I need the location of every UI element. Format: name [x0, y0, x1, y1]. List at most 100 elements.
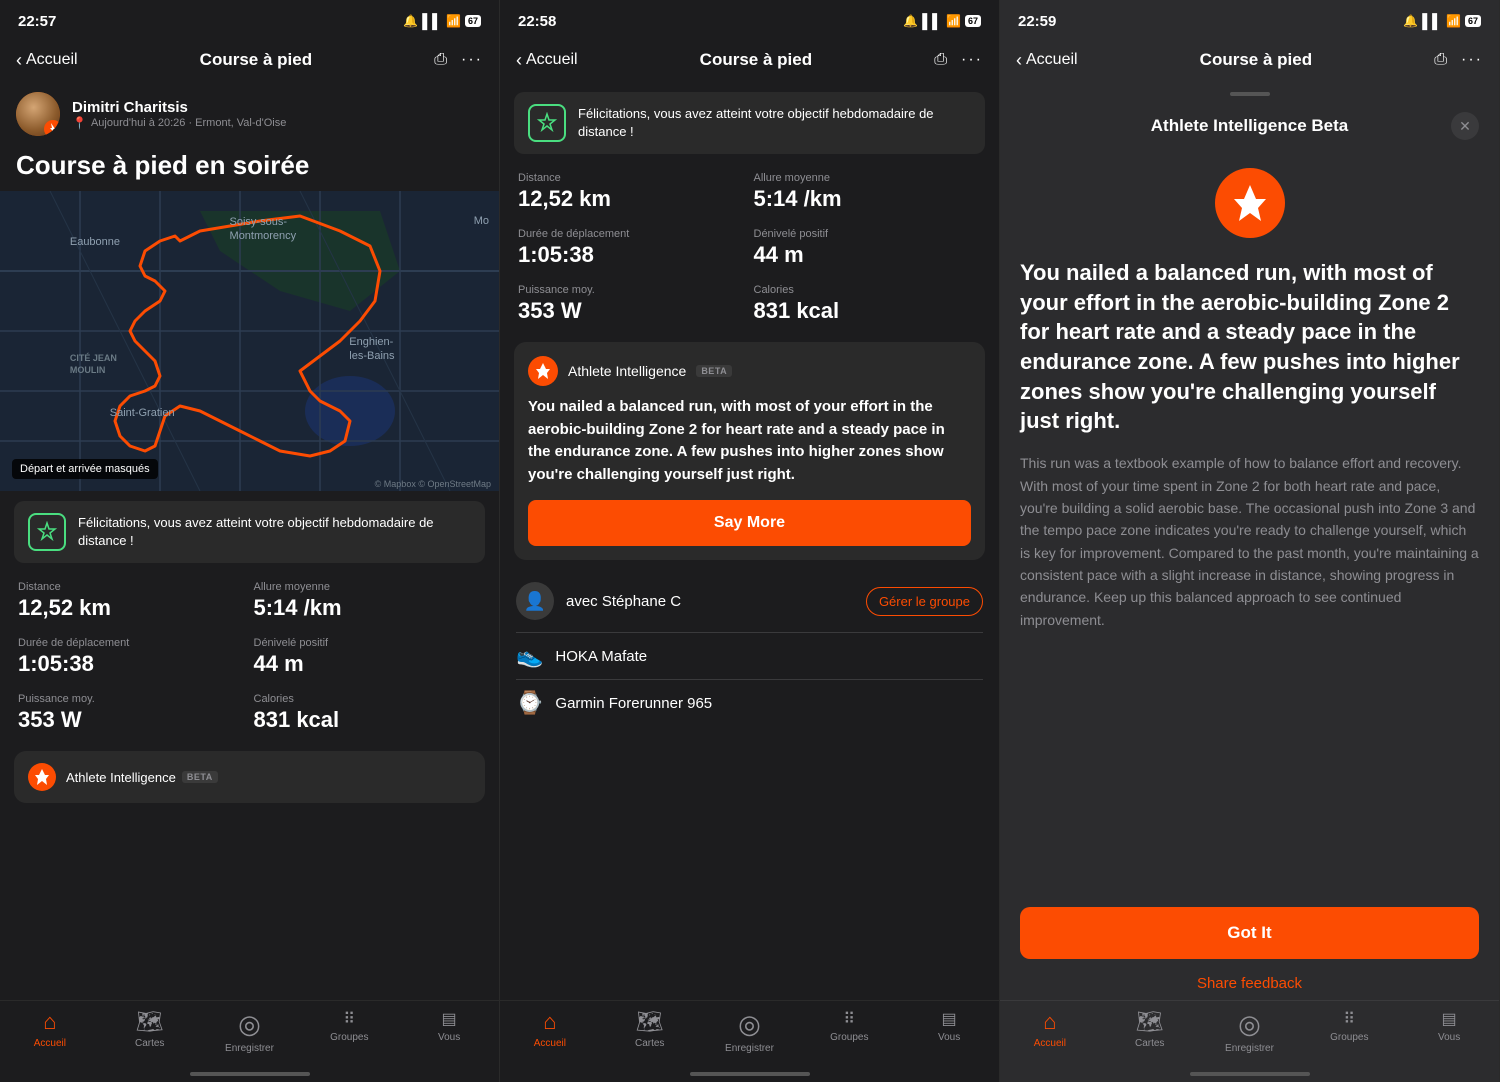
tab-bar-2: ⌂ Accueil 🗺 Cartes ◎ Enregistrer ⠿ Group…: [500, 1000, 999, 1082]
map-icon-3: 🗺: [1136, 1009, 1164, 1035]
record-icon-1: ◎: [238, 1009, 261, 1040]
back-button-3[interactable]: ‹ Accueil: [1016, 50, 1078, 71]
tab-accueil-2[interactable]: ⌂ Accueil: [500, 1009, 600, 1049]
stat-distance-label-1: Distance: [18, 581, 246, 593]
tab-enregistrer-1[interactable]: ◎ Enregistrer: [200, 1009, 300, 1054]
map-icon-1: 🗺: [136, 1009, 164, 1035]
stat-duree-value-1: 1:05:38: [18, 651, 246, 677]
congrats-text-1: Félicitations, vous avez atteint votre o…: [78, 514, 471, 550]
tab-accueil-3[interactable]: ⌂ Accueil: [1000, 1009, 1100, 1049]
home-indicator-3: [1190, 1072, 1310, 1076]
manage-group-button[interactable]: Gérer le groupe: [866, 587, 983, 616]
tab-groupes-label-1: Groupes: [330, 1032, 368, 1043]
modal-sheet-3: Athlete Intelligence Beta ✕ You nailed a…: [1000, 82, 1499, 1082]
tab-enregistrer-2[interactable]: ◎ Enregistrer: [700, 1009, 800, 1054]
say-more-button[interactable]: Say More: [528, 500, 971, 546]
stat-allure-1: Allure moyenne 5:14 /km: [250, 573, 486, 629]
congrats-banner-2: Félicitations, vous avez atteint votre o…: [514, 92, 985, 154]
nav-bar-1: ‹ Accueil Course à pied ⎙ ···: [0, 38, 499, 82]
more-icon-2[interactable]: ···: [961, 51, 983, 69]
tab-vous-label-1: Vous: [438, 1032, 460, 1043]
companion-left-2: 👤 avec Stéphane C: [516, 582, 681, 620]
nav-title-2: Course à pied: [700, 50, 812, 70]
home-icon-1: ⌂: [43, 1009, 56, 1035]
stat-distance-label-2: Distance: [518, 172, 746, 184]
congrats-icon-1: [28, 513, 66, 551]
status-icons-3: 🔔 ▌▌ 📶 67: [1403, 13, 1481, 29]
ai-card-peek-1[interactable]: Athlete Intelligence BETA: [14, 751, 485, 803]
tab-accueil-1[interactable]: ⌂ Accueil: [0, 1009, 100, 1049]
tab-vous-1[interactable]: ▤ Vous: [399, 1009, 499, 1043]
stat-puissance-2: Puissance moy. 353 W: [514, 276, 750, 332]
tab-groupes-1[interactable]: ⠿ Groupes: [299, 1009, 399, 1043]
wifi-icon-2: 📶: [946, 14, 961, 28]
more-icon-1[interactable]: ···: [461, 51, 483, 69]
bell-icon-3: 🔔: [1403, 14, 1418, 28]
share-icon-1[interactable]: ⎙: [434, 51, 447, 69]
stat-denivele-1: Dénivelé positif 44 m: [250, 629, 486, 685]
got-it-button[interactable]: Got It: [1020, 907, 1479, 959]
tab-enregistrer-label-2: Enregistrer: [725, 1043, 774, 1054]
modal-body-3: You nailed a balanced run, with most of …: [1000, 258, 1499, 907]
ai-peek-text-1: Athlete Intelligence BETA: [66, 770, 218, 785]
wifi-icon-3: 📶: [1446, 14, 1461, 28]
stat-puissance-label-2: Puissance moy.: [518, 284, 746, 296]
battery-3: 67: [1465, 15, 1481, 27]
user-name-1: Dimitri Charitsis: [72, 99, 483, 116]
gear-watch-name-2: Garmin Forerunner 965: [555, 695, 712, 712]
ai-peek-icon-1: [28, 763, 56, 791]
stat-calories-1: Calories 831 kcal: [250, 685, 486, 741]
stat-denivele-label-2: Dénivelé positif: [754, 228, 982, 240]
tab-enregistrer-3[interactable]: ◎ Enregistrer: [1200, 1009, 1300, 1054]
tab-vous-2[interactable]: ▤ Vous: [899, 1009, 999, 1043]
tab-cartes-1[interactable]: 🗺 Cartes: [100, 1009, 200, 1049]
modal-handle-3: [1230, 92, 1270, 96]
tab-vous-label-3: Vous: [1438, 1032, 1460, 1043]
tab-groupes-label-3: Groupes: [1330, 1032, 1368, 1043]
gear-shoes-2: 👟 HOKA Mafate: [500, 633, 999, 679]
stat-allure-label-2: Allure moyenne: [754, 172, 982, 184]
stat-allure-value-1: 5:14 /km: [254, 595, 482, 621]
congrats-text-2: Félicitations, vous avez atteint votre o…: [578, 105, 971, 141]
record-icon-2: ◎: [738, 1009, 761, 1040]
back-label-2: Accueil: [526, 51, 578, 69]
signal-icon-1: ▌▌: [422, 13, 442, 29]
tab-cartes-2[interactable]: 🗺 Cartes: [600, 1009, 700, 1049]
share-feedback-link[interactable]: Share feedback: [1000, 975, 1499, 1000]
share-icon-3[interactable]: ⎙: [1434, 51, 1447, 69]
record-icon-3: ◎: [1238, 1009, 1261, 1040]
watch-icon-2: ⌚: [516, 690, 543, 716]
home-indicator-2: [690, 1072, 810, 1076]
companion-avatar-2: 👤: [516, 582, 554, 620]
companion-name-2: avec Stéphane C: [566, 593, 681, 610]
ai-card-title-2: Athlete Intelligence: [568, 363, 686, 379]
stat-denivele-label-1: Dénivelé positif: [254, 637, 482, 649]
profile-icon-2: ▤: [942, 1009, 957, 1029]
tab-cartes-3[interactable]: 🗺 Cartes: [1100, 1009, 1200, 1049]
tab-vous-label-2: Vous: [938, 1032, 960, 1043]
user-info-1: Dimitri Charitsis 📍 Aujourd'hui à 20:26 …: [72, 99, 483, 130]
tab-groupes-2[interactable]: ⠿ Groupes: [799, 1009, 899, 1043]
stat-calories-2: Calories 831 kcal: [750, 276, 986, 332]
back-button-2[interactable]: ‹ Accueil: [516, 50, 578, 71]
stat-allure-label-1: Allure moyenne: [254, 581, 482, 593]
panel-2: 22:58 🔔 ▌▌ 📶 67 ‹ Accueil Course à pied …: [500, 0, 1000, 1082]
strava-badge-1: [44, 120, 60, 136]
ai-label-1: Athlete Intelligence: [66, 770, 176, 785]
stat-puissance-value-2: 353 W: [518, 298, 746, 324]
ai-header-icon-2: [528, 356, 558, 386]
user-meta-1: 📍 Aujourd'hui à 20:26 · Ermont, Val-d'Oi…: [72, 116, 483, 130]
companion-row-2: 👤 avec Stéphane C Gérer le groupe: [500, 570, 999, 632]
battery-1: 67: [465, 15, 481, 27]
nav-actions-2: ⎙ ···: [934, 51, 983, 69]
share-icon-2[interactable]: ⎙: [934, 51, 947, 69]
back-button-1[interactable]: ‹ Accueil: [16, 50, 78, 71]
close-button-3[interactable]: ✕: [1451, 112, 1479, 140]
more-icon-3[interactable]: ···: [1461, 51, 1483, 69]
status-time-2: 22:58: [518, 13, 556, 30]
modal-detail-3: This run was a textbook example of how t…: [1020, 452, 1479, 631]
modal-header-3: Athlete Intelligence Beta ✕: [1000, 104, 1499, 152]
tab-groupes-3[interactable]: ⠿ Groupes: [1299, 1009, 1399, 1043]
tab-vous-3[interactable]: ▤ Vous: [1399, 1009, 1499, 1043]
modal-title-3: Athlete Intelligence Beta: [1151, 116, 1348, 136]
